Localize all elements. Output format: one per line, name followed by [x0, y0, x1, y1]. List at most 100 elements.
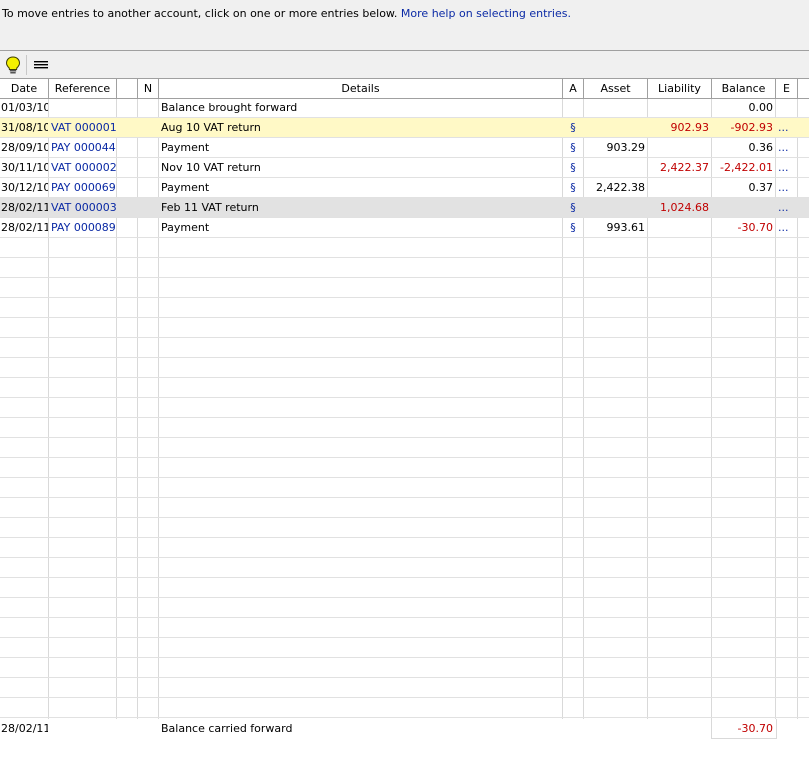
- balance-carried-forward-row: 28/02/11 Balance carried forward -30.70: [0, 719, 809, 739]
- table-row[interactable]: 31/08/10 VAT 000001 Aug 10 VAT return § …: [0, 118, 809, 138]
- cell-reference[interactable]: VAT 000003: [49, 198, 116, 217]
- empty-row: [0, 318, 809, 338]
- cell-reference[interactable]: PAY 000069: [49, 178, 116, 197]
- empty-row: [0, 458, 809, 478]
- cell-date: 30/12/10: [1, 181, 48, 194]
- cell-balance: -2,422.01: [720, 161, 773, 174]
- cell-a[interactable]: [563, 98, 583, 117]
- cell-a[interactable]: §: [563, 198, 583, 217]
- cell-details: Payment: [161, 181, 210, 194]
- cell-e[interactable]: ...: [776, 178, 797, 197]
- cell-a[interactable]: §: [563, 158, 583, 177]
- empty-row: [0, 578, 809, 598]
- cell-a[interactable]: §: [563, 218, 583, 237]
- empty-row: [0, 358, 809, 378]
- cell-details: Feb 11 VAT return: [161, 201, 259, 214]
- cell-e[interactable]: ...: [776, 158, 797, 177]
- cell-liability: 2,422.37: [660, 161, 709, 174]
- cell-reference[interactable]: VAT 000002: [49, 158, 116, 177]
- cell-asset: 903.29: [606, 141, 646, 154]
- empty-row: [0, 238, 809, 258]
- cell-details: Payment: [161, 141, 210, 154]
- cell-date: 31/08/10: [1, 121, 48, 134]
- empty-row: [0, 298, 809, 318]
- cell-details: Aug 10 VAT return: [161, 121, 261, 134]
- cell-liability: [648, 98, 711, 117]
- cell-e[interactable]: [776, 98, 797, 117]
- empty-row: [0, 558, 809, 578]
- menu-lines-icon[interactable]: [30, 55, 52, 75]
- col-header-reference[interactable]: Reference: [49, 79, 117, 98]
- cell-a[interactable]: §: [563, 138, 583, 157]
- empty-row: [0, 278, 809, 298]
- col-header-asset[interactable]: Asset: [584, 79, 648, 98]
- cell-balance: -30.70: [737, 221, 773, 234]
- cell-details: Payment: [161, 221, 210, 234]
- col-header-details[interactable]: Details: [159, 79, 563, 98]
- cell-liability: 902.93: [670, 121, 710, 134]
- cell-asset: [584, 198, 647, 217]
- empty-row: [0, 618, 809, 638]
- toolbar-separator: [26, 55, 27, 75]
- cell-date: 28/02/11: [1, 201, 48, 214]
- cell-asset: 993.61: [606, 221, 646, 234]
- cell-reference[interactable]: PAY 000044: [49, 138, 116, 157]
- cell-date: 30/11/10: [1, 161, 48, 174]
- empty-row: [0, 478, 809, 498]
- empty-row: [0, 378, 809, 398]
- cell-balance: [712, 198, 775, 217]
- help-message: To move entries to another account, clic…: [2, 7, 571, 20]
- col-header-date[interactable]: Date: [0, 79, 49, 98]
- empty-row: [0, 438, 809, 458]
- cell-a[interactable]: §: [563, 118, 583, 137]
- help-text: To move entries to another account, clic…: [2, 7, 398, 20]
- empty-row: [0, 418, 809, 438]
- cell-details: Balance brought forward: [161, 101, 298, 114]
- col-header-liability[interactable]: Liability: [648, 79, 712, 98]
- cell-e[interactable]: ...: [776, 118, 797, 137]
- cell-a[interactable]: §: [563, 178, 583, 197]
- footer-date: 28/02/11: [1, 722, 48, 735]
- cell-balance: 0.36: [748, 141, 774, 154]
- cell-asset: [584, 158, 647, 177]
- cell-liability: 1,024.68: [660, 201, 709, 214]
- empty-row: [0, 598, 809, 618]
- col-header-a[interactable]: A: [563, 79, 584, 98]
- cell-date: 01/03/10: [1, 101, 48, 114]
- empty-row: [0, 698, 809, 718]
- col-header-n[interactable]: N: [138, 79, 159, 98]
- cell-e[interactable]: ...: [776, 198, 797, 217]
- cell-e[interactable]: ...: [776, 218, 797, 237]
- empty-row: [0, 658, 809, 678]
- cell-liability: [648, 138, 711, 157]
- cell-liability: [648, 218, 711, 237]
- cell-asset: [584, 118, 647, 137]
- empty-row: [0, 338, 809, 358]
- empty-row: [0, 678, 809, 698]
- table-row[interactable]: 28/02/11 PAY 000089 Payment § 993.61 -30…: [0, 218, 809, 238]
- table-row[interactable]: 28/09/10 PAY 000044 Payment § 903.29 0.3…: [0, 138, 809, 158]
- col-header-balance[interactable]: Balance: [712, 79, 776, 98]
- table-row[interactable]: 30/11/10 VAT 000002 Nov 10 VAT return § …: [0, 158, 809, 178]
- cell-reference[interactable]: VAT 000001: [49, 118, 116, 137]
- cell-asset: [584, 98, 647, 117]
- table-row[interactable]: 30/12/10 PAY 000069 Payment § 2,422.38 0…: [0, 178, 809, 198]
- footer-details: Balance carried forward: [161, 722, 293, 735]
- empty-row: [0, 258, 809, 278]
- table-row[interactable]: 28/02/11 VAT 000003 Feb 11 VAT return § …: [0, 198, 809, 218]
- cell-e[interactable]: ...: [776, 138, 797, 157]
- cell-reference[interactable]: PAY 000089: [49, 218, 116, 237]
- toolbar: [0, 51, 809, 79]
- cell-balance: -902.93: [730, 121, 773, 134]
- col-header-blank[interactable]: [117, 79, 138, 98]
- cell-details: Nov 10 VAT return: [161, 161, 261, 174]
- help-link[interactable]: More help on selecting entries.: [401, 7, 571, 20]
- col-header-e[interactable]: E: [776, 79, 798, 98]
- entries-grid: Date Reference N Details A Asset Liabili…: [0, 79, 809, 719]
- table-row[interactable]: 01/03/10 Balance brought forward 0.00: [0, 98, 809, 118]
- cell-date: 28/09/10: [1, 141, 48, 154]
- empty-row: [0, 538, 809, 558]
- empty-row: [0, 498, 809, 518]
- cell-reference[interactable]: [49, 98, 116, 117]
- lightbulb-icon[interactable]: [2, 55, 24, 75]
